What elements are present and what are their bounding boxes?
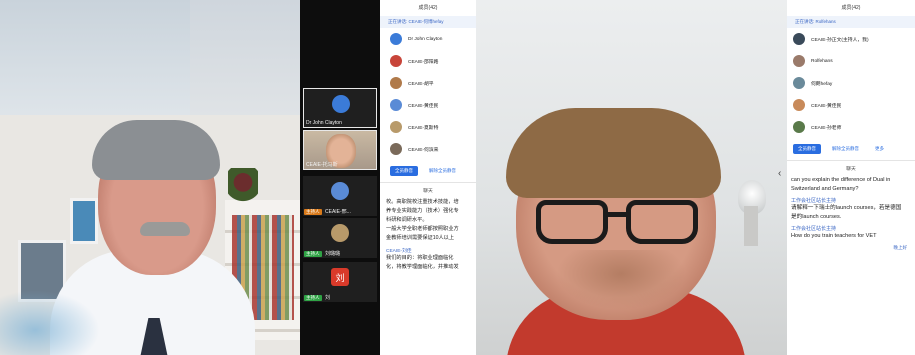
user-avatar-icon: 刘	[331, 268, 349, 286]
member-name: CEAIE-夏斯特	[408, 125, 439, 131]
host-badge: 主持人	[304, 209, 322, 215]
user-avatar-icon	[793, 55, 805, 67]
side-panel-members-chat: 成员(42) 正在讲话: Rolfehans CEAIE-孙正文(主持人，我) …	[787, 0, 915, 355]
user-avatar-icon	[332, 95, 350, 113]
member-item[interactable]: CEAIE-胡平	[380, 72, 476, 94]
members-header: 成员(42)	[418, 5, 438, 11]
member-item[interactable]: CEAIE-黄佳民	[787, 94, 915, 116]
video-tile[interactable]: 刘 主持人 刘	[303, 262, 377, 302]
user-avatar-icon	[793, 99, 805, 111]
participant-hair	[506, 108, 721, 198]
mute-all-button[interactable]: 全员静音	[390, 166, 418, 176]
unmute-all-button[interactable]: 解除全员静音	[424, 166, 461, 176]
member-item[interactable]: Dr John Clayton	[380, 28, 476, 50]
video-tile[interactable]: CEAIE-托马斯	[303, 130, 377, 170]
chat-header: 聊天	[787, 160, 915, 176]
member-item[interactable]: CEAIE-孙正文(主持人，我)	[787, 28, 915, 50]
chat-message: 是的launch courses.	[791, 214, 842, 220]
plant	[228, 168, 258, 204]
member-name: CEAIE-孙老师	[811, 125, 842, 131]
user-avatar-icon	[793, 121, 805, 133]
user-avatar-icon	[390, 55, 402, 67]
main-video-participant	[476, 0, 787, 355]
chat-sender: CEAIE-刘佳	[386, 249, 412, 254]
chat-message: 一般大学全职老师都按照职业方	[386, 226, 459, 232]
member-name: CEAIE-邵阳路	[408, 59, 439, 65]
mute-all-button[interactable]: 全员静音	[793, 144, 821, 154]
member-item[interactable]: Rolfehans	[787, 50, 915, 72]
lamp-stand	[744, 206, 758, 246]
chat-message: 我们的目的：将职业理面临化	[386, 255, 454, 261]
chat-message: Switzerland and Germany?	[791, 186, 859, 192]
chat-header: 聊天	[380, 182, 476, 198]
chat-message: How do you train teachers for VET	[791, 233, 877, 239]
member-item[interactable]: CEAIE-夏斯特	[380, 116, 476, 138]
member-name: CEAIE-何滨来	[408, 147, 439, 153]
main-video-presenter	[0, 0, 300, 355]
speaking-indicator: 正在讲话: CEAIE-何博hefay	[380, 16, 476, 28]
member-actions: 全员静音 解除全员静音	[380, 160, 476, 182]
member-name: CEAIE-黄佳民	[408, 103, 439, 109]
member-item[interactable]: CEAIE-邵阳路	[380, 50, 476, 72]
video-tile[interactable]: Dr John Clayton	[303, 88, 377, 128]
chat-message: 校。高职院校注重技术技能，培	[386, 199, 459, 205]
user-avatar-icon	[390, 121, 402, 133]
user-avatar-icon	[331, 224, 349, 242]
host-badge: 主持人	[304, 251, 322, 257]
speaking-indicator: 正在讲话: Rolfehans	[787, 16, 915, 28]
participant-beard	[556, 250, 686, 310]
presenter-hair	[92, 120, 220, 180]
chat-sender: 工作会社区站长主持	[791, 198, 837, 204]
unmute-all-button[interactable]: 解除全员静音	[827, 144, 864, 154]
member-item[interactable]: CEAIE-何滨来	[380, 138, 476, 160]
tile-name: CEAIE-邢...	[325, 209, 351, 215]
member-item[interactable]: 何朗hefay	[787, 72, 915, 94]
tile-name: Dr John Clayton	[306, 120, 342, 126]
user-avatar-icon	[390, 99, 402, 111]
tile-name: 刘璐璐	[325, 251, 341, 257]
member-name: CEAIE-黄佳民	[811, 103, 842, 109]
user-avatar-icon	[793, 77, 805, 89]
decorative-glow	[0, 290, 100, 355]
host-badge: 主持人	[304, 295, 322, 301]
chevron-left-icon[interactable]: ‹	[778, 168, 781, 179]
chat-message: 金教师培训需要保证10人以上	[386, 235, 455, 241]
video-tile[interactable]: 主持人 刘璐璐	[303, 218, 377, 258]
member-name: Rolfehans	[811, 58, 833, 64]
glasses	[626, 200, 698, 244]
member-name: Dr John Clayton	[408, 36, 443, 42]
member-name: CEAIE-胡平	[408, 81, 434, 87]
chat-message: 养专业实践能力（技术）强化专	[386, 208, 459, 214]
user-avatar-icon	[390, 143, 402, 155]
glasses	[536, 200, 608, 244]
member-item[interactable]: CEAIE-黄佳民	[380, 94, 476, 116]
member-actions: 全员静音 解除全员静音 更多	[787, 138, 915, 160]
chat-message: 请解释一下瑞士的launch courses，若是德国	[791, 205, 902, 211]
user-avatar-icon	[390, 77, 402, 89]
wall-picture	[70, 198, 98, 244]
chat-message: can you explain the difference of Dual i…	[791, 177, 891, 183]
more-button[interactable]: 更多	[870, 144, 889, 154]
glasses-bridge	[606, 212, 628, 217]
tile-name: CEAIE-托马斯	[306, 162, 338, 168]
member-name: 何朗hefay	[811, 81, 833, 87]
chat-message: 化，将教学理面临化，并推动发	[386, 264, 459, 270]
user-avatar-icon	[331, 182, 349, 200]
video-tile[interactable]: 主持人 CEAIE-邢...	[303, 176, 377, 216]
member-item[interactable]: CEAIE-孙老师	[787, 116, 915, 138]
user-avatar-icon	[390, 33, 402, 45]
presenter-moustache	[140, 222, 190, 236]
chat-message: 科研和调研水平。	[386, 217, 428, 223]
side-panel-members-chat: 成员(42) 正在讲话: CEAIE-何博hefay Dr John Clayt…	[380, 0, 476, 355]
window-background	[0, 0, 190, 120]
members-header: 成员(42)	[841, 5, 861, 11]
tile-name: 刘	[325, 295, 331, 301]
participant-video-list: Dr John Clayton CEAIE-托马斯 主持人 CEAIE-邢...…	[300, 0, 380, 355]
chat-timestamp: 晚上好	[893, 245, 908, 250]
user-avatar-icon	[793, 33, 805, 45]
chat-sender: 工作会社区站长主持	[791, 226, 837, 232]
member-name: CEAIE-孙正文(主持人，我)	[811, 37, 869, 43]
